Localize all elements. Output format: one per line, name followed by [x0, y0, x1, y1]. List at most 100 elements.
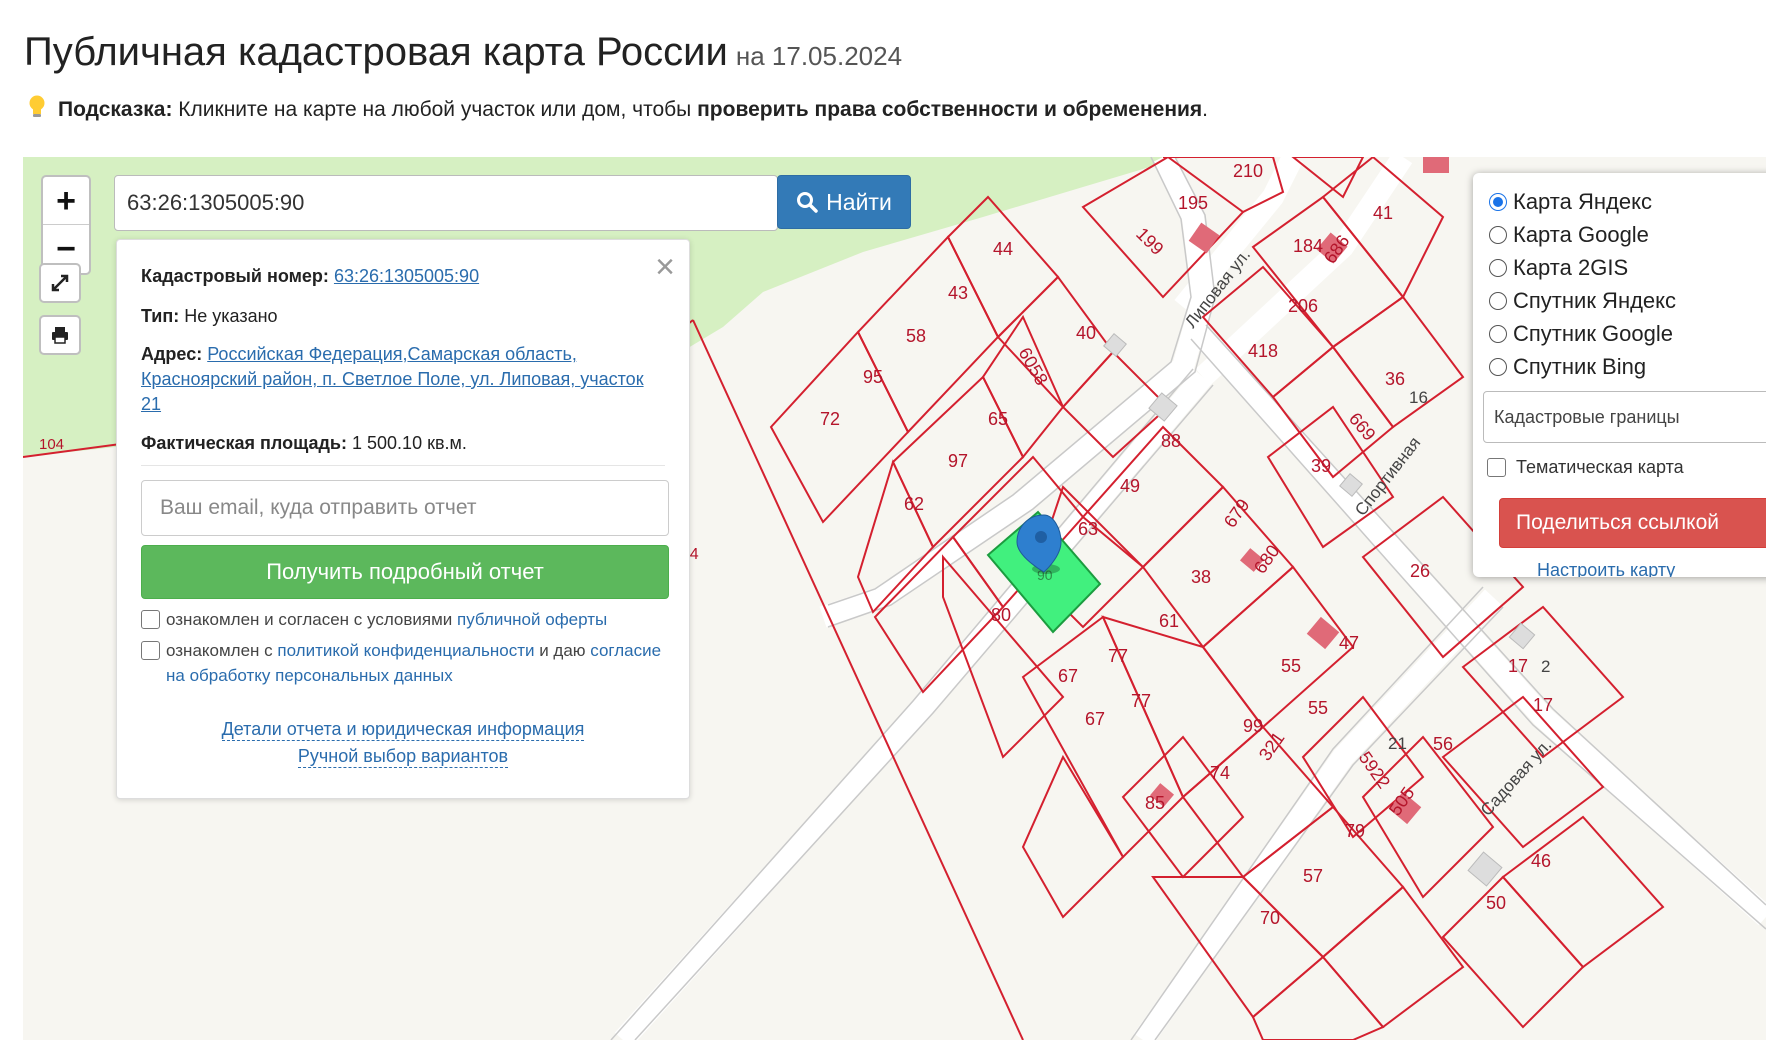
radio-icon[interactable] — [1489, 225, 1507, 244]
page-title-text: Публичная кадастровая карта России — [24, 30, 728, 74]
plot-number: 65 — [988, 409, 1008, 429]
plot-info-panel: × Кадастровый номер: 63:26:1305005:90 Ти… — [116, 239, 690, 799]
plot-number: 57 — [1303, 866, 1323, 886]
layer-label: Спутник Google — [1513, 320, 1673, 346]
plot-number: 43 — [948, 283, 968, 303]
find-button[interactable]: Найти — [777, 175, 911, 229]
plot-number: 49 — [1120, 476, 1140, 496]
radio-icon[interactable] — [1489, 357, 1507, 376]
plot-number: 97 — [948, 451, 968, 471]
area-row: Фактическая площадь: 1 500.10 кв.м. — [141, 429, 665, 466]
plot-number: 55 — [1281, 656, 1301, 676]
layer-option[interactable]: Карта Яндекс — [1489, 185, 1766, 218]
plot-number: 26 — [1410, 561, 1430, 581]
plot-number: 206 — [1288, 296, 1318, 316]
layer-label: Спутник Bing — [1513, 353, 1647, 379]
thematic-label: Тематическая карта — [1516, 457, 1684, 477]
plot-number: 77 — [1108, 646, 1128, 666]
plot-number: 46 — [1531, 851, 1551, 871]
cadastral-number-label: Кадастровый номер: — [141, 266, 329, 286]
layer-label: Карта Яндекс — [1513, 188, 1652, 214]
plot-number: 104 — [39, 436, 64, 453]
plot-number: 16 — [1409, 388, 1428, 407]
offer-consent-text: ознакомлен и согласен с условиями публич… — [166, 607, 607, 632]
plot-number: 36 — [1385, 369, 1405, 389]
hint-end: . — [1202, 98, 1209, 121]
zoom-in-button[interactable]: + — [43, 177, 89, 225]
address-label: Адрес: — [141, 344, 203, 364]
plot-number: 2 — [1541, 657, 1550, 676]
layer-option[interactable]: Карта Google — [1489, 218, 1766, 251]
radio-icon[interactable] — [1489, 258, 1507, 277]
plot-number: 63 — [1078, 519, 1098, 539]
plot-number: 56 — [1433, 734, 1453, 754]
radio-selected-icon[interactable] — [1489, 192, 1507, 211]
plot-number: 6058 — [1015, 344, 1052, 389]
layer-label: Спутник Яндекс — [1513, 287, 1677, 313]
fullscreen-button[interactable] — [39, 263, 81, 303]
layer-option[interactable]: Спутник Яндекс — [1489, 284, 1766, 317]
street-label-sport: Спортивная — [1351, 433, 1424, 519]
plot-number: 80 — [991, 605, 1011, 625]
layer-option[interactable]: Карта 2GIS — [1489, 251, 1766, 284]
offer-checkbox[interactable] — [141, 610, 160, 629]
close-icon[interactable]: × — [655, 250, 675, 284]
privacy-checkbox[interactable] — [141, 641, 160, 660]
plot-number: 79 — [1345, 821, 1365, 841]
thematic-map-row[interactable]: Тематическая карта — [1487, 457, 1766, 478]
area-value: 1 500.10 кв.м. — [352, 433, 467, 453]
cadastral-map[interactable]: Липовая ул. Спортивная Садовая ул. 210 1… — [23, 157, 1766, 1040]
radio-icon[interactable] — [1489, 324, 1507, 343]
plot-number: 58 — [906, 326, 926, 346]
plot-number: 17 — [1508, 656, 1528, 676]
plot-number: 62 — [904, 494, 924, 514]
plot-number: 17 — [1533, 695, 1553, 715]
plot-number: 40 — [1076, 323, 1096, 343]
privacy-consent-row: ознакомлен с политикой конфиденциальност… — [141, 638, 665, 688]
find-button-label: Найти — [826, 188, 892, 215]
hint-bold-text: проверить права собственности и обремене… — [697, 98, 1203, 121]
plot-number: 55 — [1308, 698, 1328, 718]
plot-number: 74 — [1210, 763, 1230, 783]
get-report-button[interactable]: Получить подробный отчет — [141, 545, 669, 599]
plot-number: 70 — [1260, 908, 1280, 928]
plot-number: 72 — [820, 409, 840, 429]
cadastral-search-input[interactable] — [114, 175, 778, 231]
plot-number: 44 — [993, 239, 1013, 259]
cadastre-layer-select[interactable]: Кадастровые границы — [1483, 391, 1766, 443]
manual-selection-link[interactable]: Ручной выбор вариантов — [297, 745, 509, 768]
report-details-link[interactable]: Детали отчета и юридическая информация — [221, 718, 585, 741]
plot-number: 85 — [1145, 793, 1165, 813]
offer-consent-row: ознакомлен и согласен с условиями публич… — [141, 607, 665, 632]
plot-number: 680 — [1250, 541, 1284, 577]
layer-option[interactable]: Спутник Bing — [1489, 350, 1766, 383]
plot-number: 21 — [1388, 734, 1407, 753]
cadastral-number-link[interactable]: 63:26:1305005:90 — [334, 266, 479, 286]
print-button[interactable] — [39, 315, 81, 355]
thematic-checkbox[interactable] — [1487, 458, 1506, 477]
printer-icon — [52, 327, 68, 344]
privacy-link[interactable]: политикой конфиденциальности — [277, 641, 534, 660]
hint-text: Кликните на карте на любой участок или д… — [172, 98, 698, 121]
layer-label: Карта 2GIS — [1513, 254, 1629, 280]
share-link-button[interactable]: Поделиться ссылкой — [1499, 498, 1766, 548]
hint-line: Подсказка: Кликните на карте на любой уч… — [26, 94, 1208, 123]
plot-number: 95 — [863, 367, 883, 387]
plot-number: 67 — [1058, 666, 1078, 686]
email-input[interactable] — [141, 480, 669, 536]
address-row: Адрес: Российская Федерация,Самарская об… — [141, 342, 665, 417]
layer-option[interactable]: Спутник Google — [1489, 317, 1766, 350]
privacy-text-2: и даю — [534, 641, 591, 660]
plot-number: 47 — [1339, 633, 1359, 653]
offer-link[interactable]: публичной оферты — [457, 610, 607, 629]
plot-number: 41 — [1373, 203, 1393, 223]
setup-map-link[interactable]: Настроить карту — [1537, 560, 1675, 577]
address-link[interactable]: Российская Федерация,Самарская область, … — [141, 344, 644, 414]
street-label-sadovaya: Садовая ул. — [1477, 735, 1556, 819]
type-row: Тип: Не указано — [141, 302, 665, 330]
zoom-control: + − — [41, 175, 91, 275]
layers-panel: Карта Яндекс Карта Google Карта 2GIS Спу… — [1473, 173, 1766, 577]
plot-number: 67 — [1085, 709, 1105, 729]
radio-icon[interactable] — [1489, 291, 1507, 310]
type-value: Не указано — [184, 306, 278, 326]
